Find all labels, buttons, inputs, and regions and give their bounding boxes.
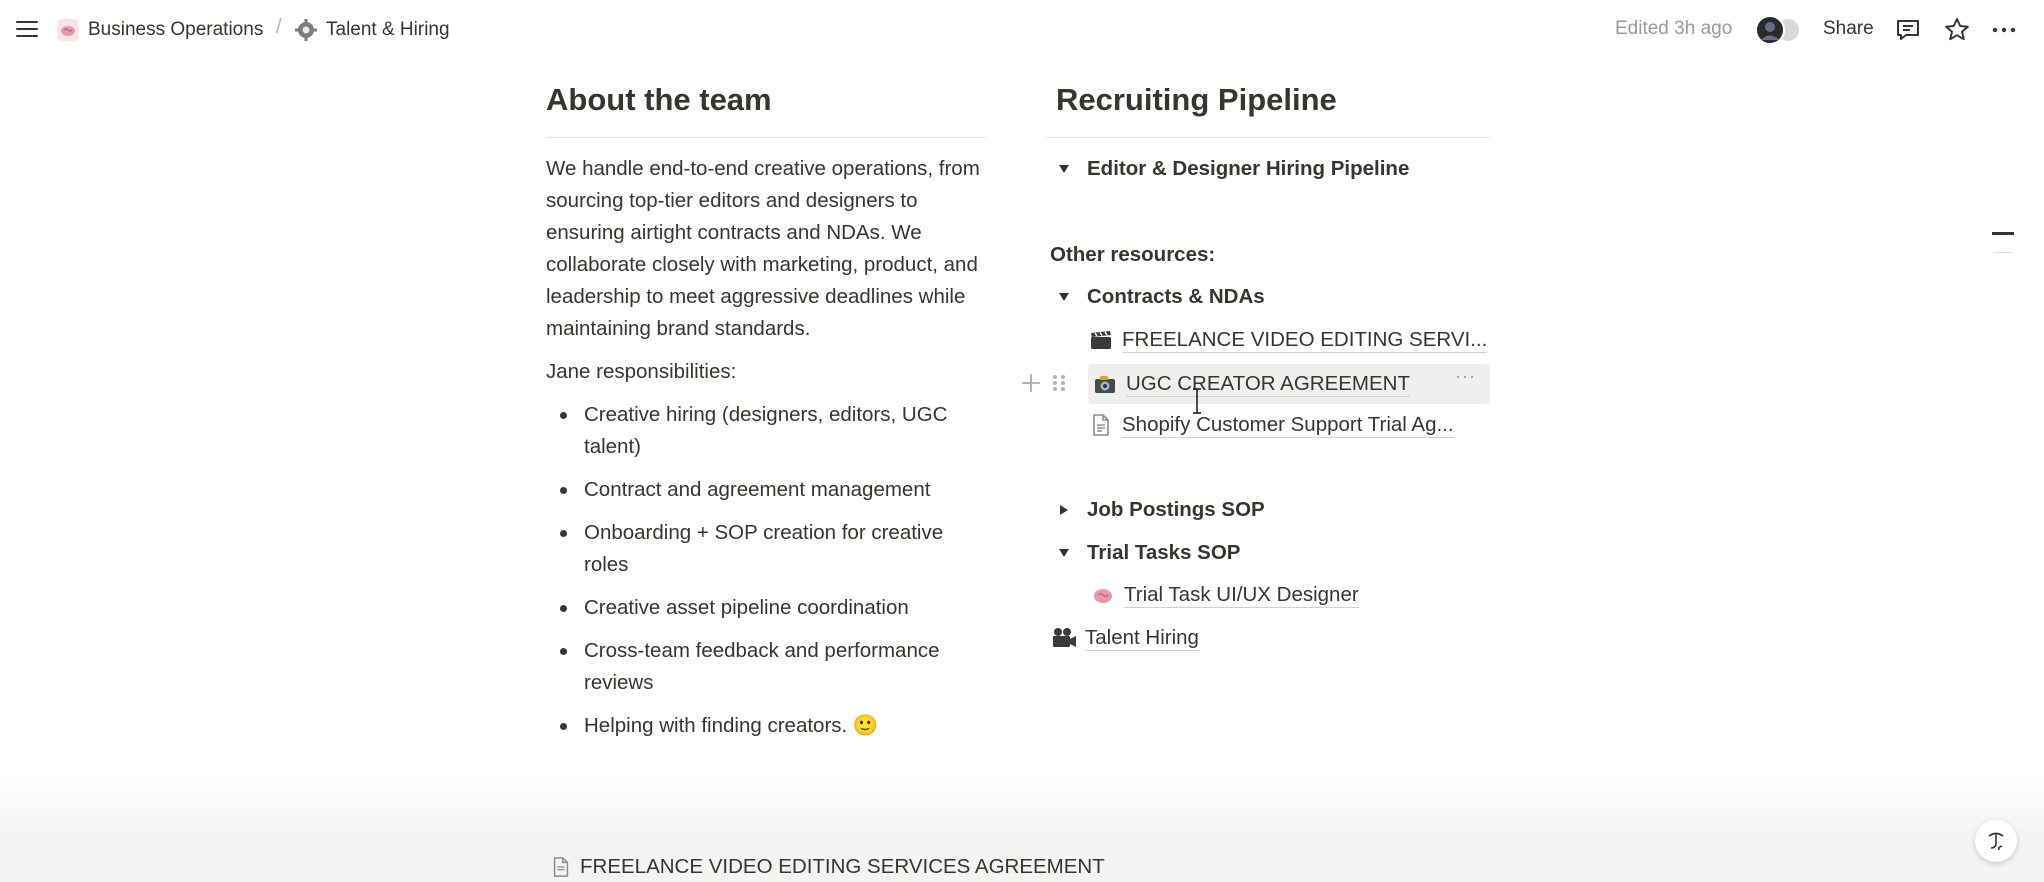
star-icon[interactable] <box>1943 16 1971 44</box>
breadcrumb-label: Talent & Hiring <box>326 19 450 40</box>
list-item: Cross-team feedback and performance revi… <box>546 635 986 699</box>
heading-divider <box>546 137 986 138</box>
toggle-label: Editor & Designer Hiring Pipeline <box>1087 157 1410 180</box>
toggle-job-postings-sop[interactable]: Job Postings SOP <box>1051 494 1265 526</box>
clapper-icon <box>1088 327 1114 353</box>
list-item: Contract and agreement management <box>546 474 986 506</box>
page-link-ugc-creator[interactable]: UGC CREATOR AGREEMENT ··· <box>1088 364 1490 404</box>
team-description: We handle end-to-end creative operations… <box>546 157 980 340</box>
drag-handle-icon[interactable] <box>1051 371 1067 395</box>
menu-icon[interactable] <box>14 16 40 42</box>
comment-icon[interactable] <box>1894 16 1922 44</box>
toggle-label: Job Postings SOP <box>1087 498 1265 521</box>
breadcrumb-separator: / <box>276 16 282 38</box>
page-link-label: FREELANCE VIDEO EDITING SERVI... <box>1122 327 1488 353</box>
page-link-label: Trial Task UI/UX Designer <box>1124 582 1359 608</box>
toggle-expanded-icon[interactable] <box>1051 162 1077 176</box>
avatar[interactable] <box>1752 14 1808 46</box>
toggle-label: Contracts & NDAs <box>1087 285 1265 308</box>
page-link-trial-task-uiux[interactable]: Trial Task UI/UX Designer <box>1090 579 1359 611</box>
help-button[interactable] <box>1975 820 2017 862</box>
list-item: Creative asset pipeline coordination <box>546 592 986 624</box>
about-team-heading: About the team <box>546 82 772 117</box>
toggle-editor-designer-pipeline[interactable]: Editor & Designer Hiring Pipeline <box>1051 153 1409 185</box>
responsibilities-list: Creative hiring (designers, editors, UGC… <box>546 399 986 753</box>
breadcrumb-talent-hiring[interactable]: Talent & Hiring <box>294 14 450 46</box>
help-icon <box>1988 832 2004 851</box>
more-options-icon[interactable]: ··· <box>1455 366 1476 387</box>
camera-icon <box>1092 371 1118 397</box>
top-bar: Business Operations / Talent & Hiring Ed… <box>0 0 2044 60</box>
page-link-talent-hiring[interactable]: Talent Hiring <box>1051 622 1199 654</box>
breadcrumb-label: Business Operations <box>88 19 264 40</box>
brain-emoji-icon <box>56 18 80 42</box>
list-item: Creative hiring (designers, editors, UGC… <box>546 399 986 463</box>
heading-divider <box>1046 137 1490 138</box>
toggle-label: Trial Tasks SOP <box>1087 541 1241 564</box>
add-block-icon[interactable] <box>1021 371 1041 395</box>
toggle-expanded-icon[interactable] <box>1051 290 1077 304</box>
table-of-contents-marker[interactable] <box>1994 252 2012 253</box>
page-peek-label: FREELANCE VIDEO EDITING SERVICES AGREEME… <box>580 855 1105 878</box>
list-item: Helping with finding creators. 🙂 <box>546 710 986 742</box>
other-resources-label: Other resources: <box>1050 243 1216 266</box>
toggle-expanded-icon[interactable] <box>1051 546 1077 560</box>
movie-camera-icon <box>1051 625 1077 651</box>
list-item: Onboarding + SOP creation for creative r… <box>546 517 986 581</box>
page-icon <box>1088 412 1114 438</box>
page-link-label: Talent Hiring <box>1085 625 1199 651</box>
share-button[interactable]: Share <box>1823 18 1874 40</box>
page-icon <box>550 856 572 878</box>
breadcrumb-business-operations[interactable]: Business Operations <box>56 14 263 46</box>
responsibilities-heading: Jane responsibilities: <box>546 360 737 383</box>
recruiting-pipeline-heading: Recruiting Pipeline <box>1056 82 1337 117</box>
toggle-collapsed-icon[interactable] <box>1051 503 1077 517</box>
page-link-shopify-support[interactable]: Shopify Customer Support Trial Ag... <box>1088 409 1454 441</box>
gear-emoji-icon <box>294 18 318 42</box>
brain-emoji-icon <box>1090 582 1116 608</box>
edited-timestamp: Edited 3h ago <box>1615 18 1733 39</box>
page-link-freelance-video[interactable]: FREELANCE VIDEO EDITING SERVI... <box>1088 324 1488 356</box>
toggle-trial-tasks-sop[interactable]: Trial Tasks SOP <box>1051 537 1240 569</box>
more-options-icon[interactable] <box>1990 16 2018 44</box>
page-peek-freelance[interactable]: FREELANCE VIDEO EDITING SERVICES AGREEME… <box>550 852 1105 882</box>
page-link-label: UGC CREATOR AGREEMENT <box>1126 371 1410 397</box>
page-link-label: Shopify Customer Support Trial Ag... <box>1122 412 1454 438</box>
toggle-contracts-ndas[interactable]: Contracts & NDAs <box>1051 281 1265 313</box>
table-of-contents-marker[interactable] <box>1992 232 2014 235</box>
